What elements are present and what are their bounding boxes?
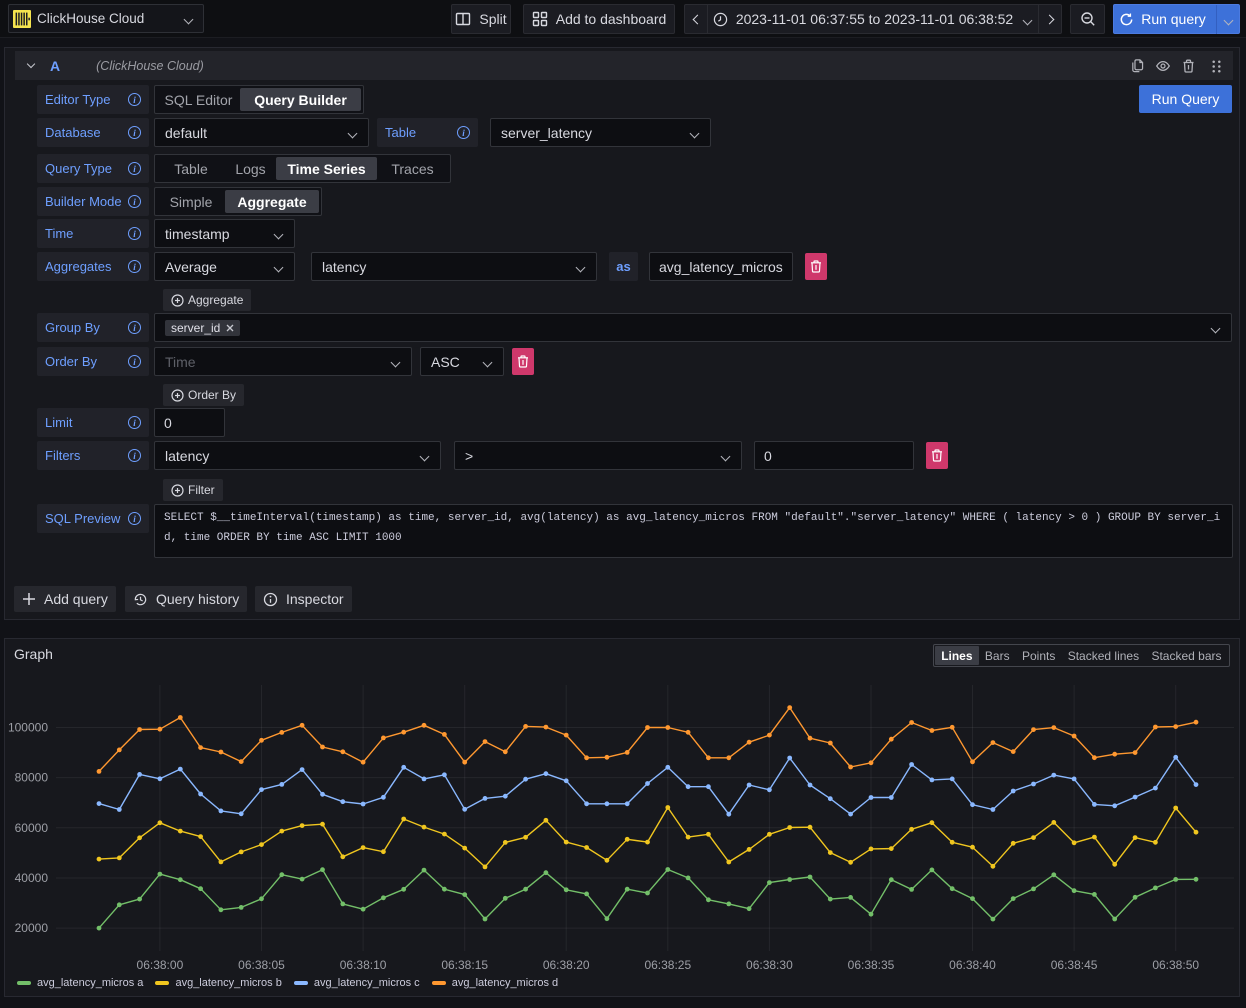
svg-text:06:38:05: 06:38:05: [238, 958, 285, 972]
svg-text:06:38:20: 06:38:20: [543, 958, 590, 972]
svg-text:06:38:50: 06:38:50: [1152, 958, 1199, 972]
svg-text:06:38:15: 06:38:15: [441, 958, 488, 972]
svg-text:06:38:10: 06:38:10: [340, 958, 387, 972]
svg-text:06:38:35: 06:38:35: [848, 958, 895, 972]
svg-text:06:38:25: 06:38:25: [644, 958, 691, 972]
svg-text:20000: 20000: [15, 921, 49, 935]
svg-text:06:38:30: 06:38:30: [746, 958, 793, 972]
svg-text:06:38:00: 06:38:00: [137, 958, 184, 972]
svg-text:80000: 80000: [15, 771, 49, 785]
svg-text:06:38:45: 06:38:45: [1051, 958, 1098, 972]
svg-text:60000: 60000: [15, 821, 49, 835]
svg-text:06:38:40: 06:38:40: [949, 958, 996, 972]
svg-text:40000: 40000: [15, 871, 49, 885]
svg-text:100000: 100000: [8, 721, 48, 735]
